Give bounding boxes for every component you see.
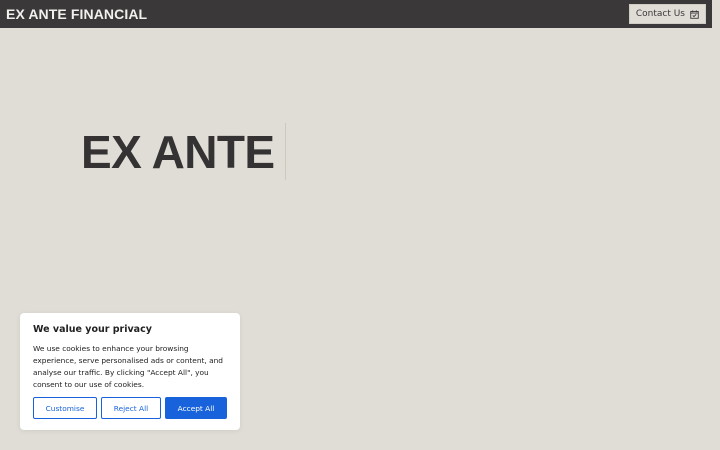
- cookie-banner-description: We use cookies to enhance your browsing …: [33, 344, 224, 389]
- cookie-consent-banner: We value your privacy We use cookies to …: [20, 313, 240, 430]
- cookie-banner-title: We value your privacy: [33, 324, 152, 335]
- contact-us-button[interactable]: Contact Us: [628, 4, 706, 24]
- hero-divider: [285, 123, 286, 180]
- calendar-check-icon: [690, 9, 699, 19]
- reject-all-button[interactable]: Reject All: [101, 397, 161, 419]
- cookie-banner-actions: Customise Reject All Accept All: [33, 397, 227, 419]
- scrollbar-track[interactable]: [712, 0, 720, 28]
- contact-us-label: Contact Us: [635, 9, 685, 19]
- hero-title: EX ANTE: [81, 126, 275, 178]
- site-header: EX ANTE FINANCIAL Contact Us: [0, 0, 712, 28]
- accept-all-button[interactable]: Accept All: [165, 397, 227, 419]
- customise-button[interactable]: Customise: [33, 397, 97, 419]
- brand-logo-text[interactable]: EX ANTE FINANCIAL: [6, 0, 147, 28]
